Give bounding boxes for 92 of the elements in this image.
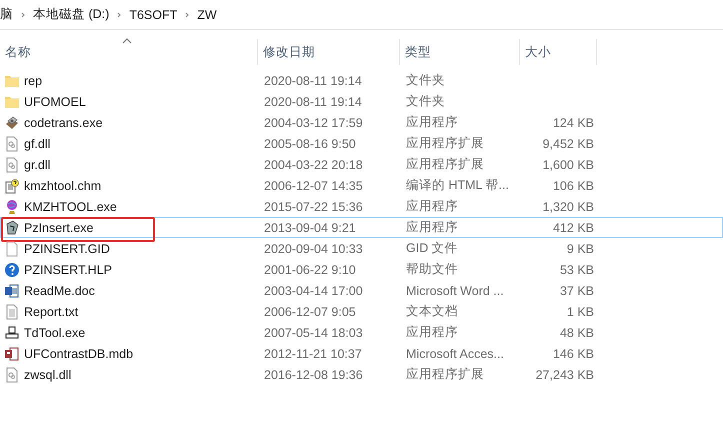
breadcrumb-item[interactable]: 本地磁盘 (D:): [28, 6, 114, 23]
file-row[interactable]: UFContrastDB.mdb 2012-11-21 10:37 Microsoft Acces... 146 KB: [0, 343, 723, 364]
modified-date: 2006-12-07 14:35: [263, 178, 364, 192]
help-document-icon: [4, 178, 20, 194]
breadcrumb-item[interactable]: 脑: [0, 6, 18, 23]
text-file-icon: [4, 304, 20, 320]
modified-date: 2012-11-21 10:37: [263, 346, 363, 360]
file-size: 37 KB: [558, 284, 595, 298]
file-size: 146 KB: [552, 346, 595, 360]
file-name: rep: [24, 74, 42, 88]
file-row[interactable]: rep 2020-08-11 19:14 文件夹: [0, 70, 723, 91]
word-document-icon: [4, 282, 20, 298]
file-row[interactable]: PZINSERT.GID 2020-09-04 10:33 GID 文件 9 KB: [0, 238, 723, 259]
modified-date: 2005-08-16 9:50: [263, 136, 357, 150]
file-size: 124 KB: [552, 116, 595, 130]
file-type: 应用程序: [405, 324, 459, 341]
column-header[interactable]: 名称: [0, 39, 258, 65]
file-type: Microsoft Word ...: [405, 284, 505, 298]
file-type: 应用程序扩展: [405, 135, 485, 152]
file-type: 应用程序: [405, 198, 459, 215]
modified-date: 2006-12-07 9:05: [263, 304, 357, 318]
file-type: 文件夹: [405, 93, 446, 110]
file-type: Microsoft Acces...: [405, 346, 505, 360]
file-row[interactable]: ReadMe.doc 2003-04-14 17:00 Microsoft Word ... 37 KB: [0, 280, 723, 301]
file-name: KMZHTOOL.exe: [24, 200, 117, 214]
file-name: PzInsert.exe: [24, 220, 94, 234]
modified-date: 2020-08-11 19:14: [263, 74, 363, 88]
file-size: 106 KB: [552, 178, 595, 192]
modified-date: 2015-07-22 15:36: [263, 200, 364, 214]
column-header[interactable]: 类型: [400, 39, 520, 65]
file-type: 文本文档: [405, 303, 459, 320]
file-row[interactable]: UFOMOEL 2020-08-11 19:14 文件夹: [0, 91, 723, 112]
help-icon: [4, 262, 20, 278]
file-name: codetrans.exe: [24, 116, 103, 130]
modified-date: 2020-08-11 19:14: [263, 94, 363, 108]
file-name: UFOMOEL: [24, 94, 86, 108]
modified-date: 2004-03-12 17:59: [263, 116, 364, 130]
file-row[interactable]: kmzhtool.chm 2006-12-07 14:35 编译的 HTML 帮... 106 KB: [0, 175, 723, 196]
file-name: PZINSERT.HLP: [24, 262, 112, 276]
file-size: 412 KB: [552, 220, 595, 234]
dll-file-icon: [4, 366, 20, 382]
file-type: GID 文件: [405, 240, 459, 257]
modified-date: 2020-09-04 10:33: [263, 242, 364, 256]
globe-icon: [4, 198, 20, 214]
file-type: 文件夹: [405, 72, 446, 89]
file-size: 1 KB: [566, 304, 595, 318]
file-row[interactable]: gf.dll 2005-08-16 9:50 应用程序扩展 9,452 KB: [0, 133, 723, 154]
file-name: gr.dll: [24, 158, 50, 172]
file-name: zwsql.dll: [24, 368, 72, 382]
printer-icon: [4, 324, 20, 340]
breadcrumb-item[interactable]: T6SOFT: [124, 8, 182, 22]
file-row[interactable]: zwsql.dll 2016-12-08 19:36 应用程序扩展 27,243 KB: [0, 364, 723, 385]
file-name: TdTool.exe: [24, 326, 86, 340]
file-type: 应用程序扩展: [405, 366, 485, 383]
database-document-icon: [4, 346, 20, 362]
file-row[interactable]: PZINSERT.HLP 2001-06-22 9:10 帮助文件 53 KB: [0, 259, 723, 280]
file-type: 帮助文件: [405, 261, 459, 278]
file-row[interactable]: Report.txt 2006-12-07 9:05 文本文档 1 KB: [0, 301, 723, 322]
file-type: 应用程序: [405, 219, 459, 236]
file-name: kmzhtool.chm: [24, 178, 102, 192]
dll-file-icon: [4, 156, 20, 172]
file-size: 9 KB: [566, 242, 595, 256]
modified-date: 2001-06-22 9:10: [263, 262, 357, 276]
file-size: 53 KB: [558, 262, 595, 276]
file-size: 9,452 KB: [542, 136, 595, 150]
file-size: 27,243 KB: [534, 368, 595, 382]
modified-date: 2007-05-14 18:03: [263, 326, 364, 340]
file-name: PZINSERT.GID: [24, 242, 110, 256]
blank-file-icon: [4, 240, 20, 256]
file-name: UFContrastDB.mdb: [24, 346, 134, 360]
file-name: ReadMe.doc: [24, 284, 95, 298]
file-name: Report.txt: [24, 304, 78, 318]
file-name: gf.dll: [24, 136, 50, 150]
modified-date: 2004-03-22 20:18: [263, 158, 364, 172]
column-header[interactable]: 大小: [520, 39, 597, 65]
file-row[interactable]: codetrans.exe 2004-03-12 17:59 应用程序 124 KB: [0, 112, 723, 133]
sort-caret-icon: [122, 37, 132, 44]
file-size: 48 KB: [558, 326, 595, 340]
file-size: 1,600 KB: [542, 158, 595, 172]
file-size: 1,320 KB: [542, 200, 595, 214]
dll-file-icon: [4, 136, 20, 152]
column-header[interactable]: 修改日期: [258, 39, 400, 65]
file-row[interactable]: TdTool.exe 2007-05-14 18:03 应用程序 48 KB: [0, 322, 723, 343]
modified-date: 2013-09-04 9:21: [263, 220, 357, 234]
file-type: 编译的 HTML 帮...: [405, 177, 510, 194]
file-type: 应用程序: [405, 114, 459, 131]
modified-date: 2016-12-08 19:36: [263, 368, 364, 382]
file-row[interactable]: KMZHTOOL.exe 2015-07-22 15:36 应用程序 1,320 KB: [0, 196, 723, 217]
breadcrumb-item[interactable]: ZW: [192, 8, 222, 22]
file-row[interactable]: gr.dll 2004-03-22 20:18 应用程序扩展 1,600 KB: [0, 154, 723, 175]
modified-date: 2003-04-14 17:00: [263, 284, 364, 298]
file-type: 应用程序扩展: [405, 156, 485, 173]
